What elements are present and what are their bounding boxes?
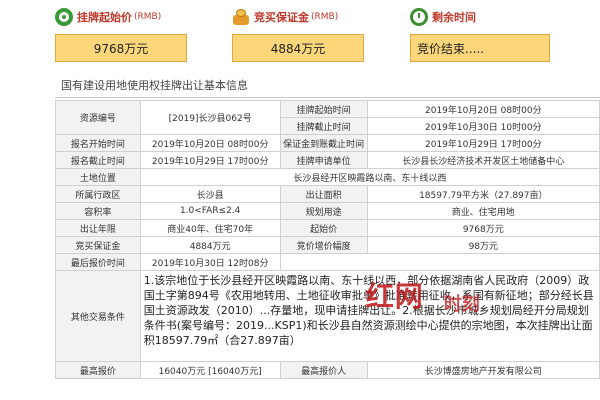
listing-end-label: 挂牌截止时间 xyxy=(279,117,368,135)
remaining-time-label: 剩余时间 xyxy=(432,11,476,24)
area-value: 18597.79平方米（27.897亩） xyxy=(366,185,600,203)
land-location-label: 土地位置 xyxy=(55,168,141,186)
watermark-sub: 时刻 xyxy=(443,294,480,315)
bid-deposit-label: 竞买保证金 xyxy=(55,236,141,254)
table-row: 报名截止时间 2019年10月29日 17时00分 挂牌申请单位 长沙县长沙经济… xyxy=(55,151,600,169)
deposit-title: 竞买保证金 (RMB) xyxy=(232,6,338,28)
term-value: 商业40年、住宅70年 xyxy=(139,219,281,237)
far-label: 容积率 xyxy=(55,202,141,220)
table-row: 最高报价 16040万元 [16040万元] 最高报价人 长沙博盛房地产开发有限… xyxy=(55,361,600,379)
highest-bidder-label: 最高报价人 xyxy=(279,361,368,379)
area-label: 出让面积 xyxy=(279,185,368,203)
clock-icon xyxy=(410,8,428,26)
deposit-unit: (RMB) xyxy=(311,12,339,22)
auction-summary-header: 挂牌起始价 (RMB) 9768万元 竞买保证金 (RMB) 4884万元 剩余… xyxy=(0,0,600,64)
register-start-label: 报名开始时间 xyxy=(55,134,141,152)
bid-increment-label: 竞价增价幅度 xyxy=(279,236,368,254)
table-row: 资源编号 [2019]长沙县062号 挂牌起始时间 2019年10月20日 08… xyxy=(55,100,600,135)
remaining-time-value: 竞价结束..... xyxy=(410,34,550,62)
table-row: 出让年限 商业40年、住宅70年 起始价 9768万元 xyxy=(55,219,600,237)
remaining-time-title: 剩余时间 xyxy=(410,6,476,28)
listing-end-value: 2019年10月30日 10时00分 xyxy=(366,117,600,135)
table-row: 土地位置 长沙县经开区映霞路以南、东十线以西 xyxy=(55,168,600,186)
register-end-label: 报名截止时间 xyxy=(55,151,141,169)
table-row: 报名开始时间 2019年10月20日 08时00分 保证金到账截止时间 2019… xyxy=(55,134,600,152)
resource-id-value: [2019]长沙县062号 xyxy=(139,100,281,135)
other-conditions-cell: 1.该宗地位于长沙县经开区映霞路以南、东十线以西，部分依据湖南省人民政府（200… xyxy=(139,270,600,362)
last-bid-time-label: 最后报价时间 xyxy=(55,253,141,271)
highest-bid-value: 16040万元 [16040万元] xyxy=(139,361,281,379)
listing-start-label: 挂牌起始时间 xyxy=(279,100,368,118)
coins-icon xyxy=(232,8,250,26)
deposit-label: 竞买保证金 xyxy=(254,11,309,24)
far-value: 1.0<FAR≤2.4 xyxy=(139,202,281,220)
land-use-value: 商业、住宅用地 xyxy=(366,202,600,220)
deposit-value: 4884万元 xyxy=(232,34,364,62)
start-price-block: 挂牌起始价 (RMB) 9768万元 xyxy=(55,0,235,64)
last-bid-time-value: 2019年10月30日 12时08分 xyxy=(139,253,281,271)
term-label: 出让年限 xyxy=(55,219,141,237)
starting-price-label: 起始价 xyxy=(279,219,368,237)
money-icon xyxy=(55,8,73,26)
deposit-block: 竞买保证金 (RMB) 4884万元 xyxy=(232,0,412,64)
watermark-logo: 红网 xyxy=(365,280,424,313)
district-value: 长沙县 xyxy=(139,185,281,203)
bid-increment-value: 98万元 xyxy=(366,236,600,254)
register-end-value: 2019年10月29日 17时00分 xyxy=(139,151,281,169)
deposit-deadline-value: 2019年10月29日 17时00分 xyxy=(366,134,600,152)
starting-price-value: 9768万元 xyxy=(366,219,600,237)
resource-id-label: 资源编号 xyxy=(55,100,141,135)
deposit-deadline-label: 保证金到账截止时间 xyxy=(279,134,368,152)
listing-start-value: 2019年10月20日 08时00分 xyxy=(366,100,600,118)
start-price-label: 挂牌起始价 xyxy=(77,11,132,24)
district-label: 所属行政区 xyxy=(55,185,141,203)
applicant-label: 挂牌申请单位 xyxy=(279,151,368,169)
last-bid-time-empty xyxy=(279,253,600,271)
table-row: 竞买保证金 4884万元 竞价增价幅度 98万元 xyxy=(55,236,600,254)
land-info-table: 资源编号 [2019]长沙县062号 挂牌起始时间 2019年10月20日 08… xyxy=(55,100,600,379)
start-price-value: 9768万元 xyxy=(55,34,187,62)
other-conditions-label: 其他交易条件 xyxy=(55,270,141,362)
bid-deposit-value: 4884万元 xyxy=(139,236,281,254)
table-row: 其他交易条件 1.该宗地位于长沙县经开区映霞路以南、东十线以西，部分依据湖南省人… xyxy=(55,270,600,362)
start-price-title: 挂牌起始价 (RMB) xyxy=(55,6,161,28)
highest-bid-label: 最高报价 xyxy=(55,361,141,379)
table-row: 所属行政区 长沙县 出让面积 18597.79平方米（27.897亩） xyxy=(55,185,600,203)
table-row: 容积率 1.0<FAR≤2.4 规划用途 商业、住宅用地 xyxy=(55,202,600,220)
register-start-value: 2019年10月20日 08时00分 xyxy=(139,134,281,152)
remaining-time-block: 剩余时间 竞价结束..... xyxy=(410,0,590,64)
land-location-value: 长沙县经开区映霞路以南、东十线以西 xyxy=(139,168,600,186)
other-conditions-wrap: 1.该宗地位于长沙县经开区映霞路以南、东十线以西，部分依据湖南省人民政府（200… xyxy=(144,273,596,359)
start-price-unit: (RMB) xyxy=(134,12,162,22)
table-row: 最后报价时间 2019年10月30日 12时08分 xyxy=(55,253,600,271)
section-title: 国有建设用地使用权挂牌出让基本信息 xyxy=(55,72,600,98)
highest-bidder-value: 长沙博盛房地产开发有限公司 xyxy=(366,361,600,379)
applicant-value: 长沙县长沙经济技术开发区土地储备中心 xyxy=(366,151,600,169)
land-use-label: 规划用途 xyxy=(279,202,368,220)
